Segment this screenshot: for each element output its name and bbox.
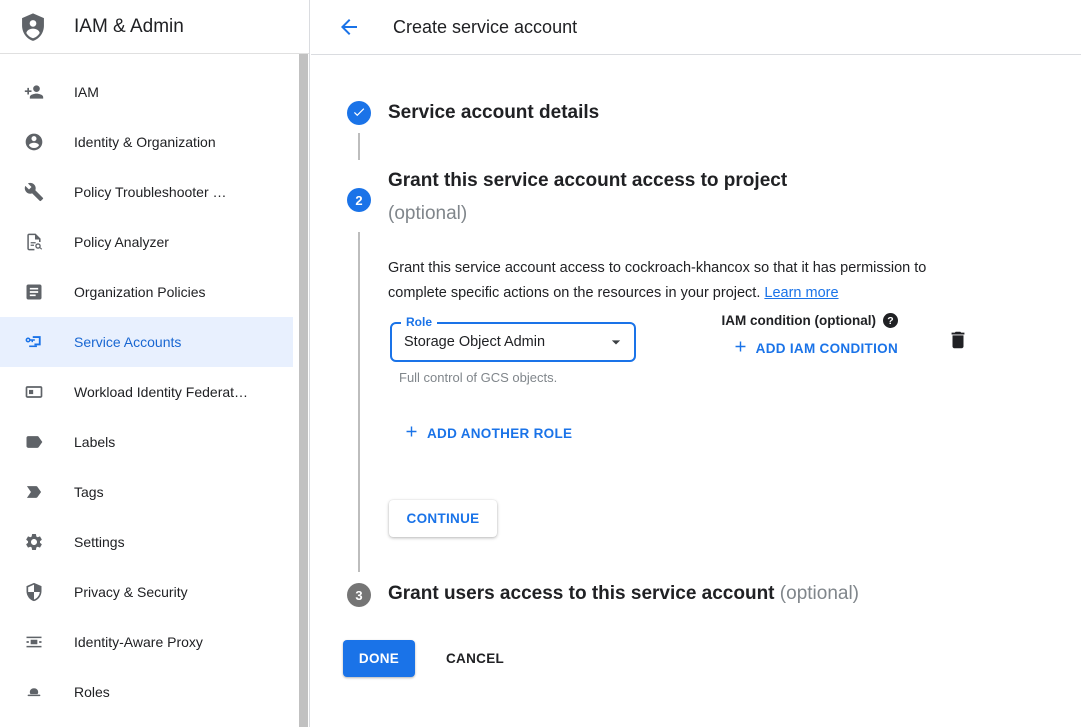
sidebar-item-label: Tags	[74, 484, 104, 500]
hat-icon	[24, 682, 44, 702]
sidebar-item-label: Privacy & Security	[74, 584, 188, 600]
iam-admin-shield-person-icon	[17, 11, 49, 43]
main-panel: Create service account Service account d…	[311, 0, 1081, 727]
sidebar-item-workload-identity-federation[interactable]: Workload Identity Federat…	[0, 367, 309, 417]
role-select-value: Storage Object Admin	[404, 334, 545, 350]
sidebar-item-tags[interactable]: Tags	[0, 467, 309, 517]
step2-title: Grant this service account access to pro…	[388, 164, 787, 230]
step3-number: 3	[355, 588, 362, 603]
sidebar-item-label: Labels	[74, 434, 115, 450]
label-tag-icon	[24, 432, 44, 452]
sidebar-item-privacy-security[interactable]: Privacy & Security	[0, 567, 309, 617]
role-select[interactable]: Role Storage Object Admin	[390, 322, 636, 362]
step2-number-badge: 2	[347, 188, 371, 212]
iam-condition-label: IAM condition (optional)	[722, 313, 876, 328]
page-title: Create service account	[393, 17, 577, 38]
sidebar-item-iam[interactable]: IAM	[0, 67, 309, 117]
step2-number: 2	[355, 193, 362, 208]
add-iam-condition-label: ADD IAM CONDITION	[756, 341, 898, 356]
identity-person-icon	[24, 132, 44, 152]
sidebar-item-settings[interactable]: Settings	[0, 517, 309, 567]
trash-icon[interactable]	[947, 328, 971, 352]
sidebar-scrollbar[interactable]	[299, 54, 308, 727]
sidebar-nav: IAM Identity & Organization Policy Troub…	[0, 54, 309, 717]
sidebar-item-label: Identity-Aware Proxy	[74, 634, 203, 650]
step1-complete-badge	[347, 101, 371, 125]
sidebar-item-policy-troubleshooter[interactable]: Policy Troubleshooter …	[0, 167, 309, 217]
learn-more-link[interactable]: Learn more	[764, 285, 838, 301]
sidebar-item-policy-analyzer[interactable]: Policy Analyzer	[0, 217, 309, 267]
sidebar-item-roles[interactable]: Roles	[0, 667, 309, 717]
proxy-band-icon	[24, 632, 44, 652]
step2-optional-text: (optional)	[388, 197, 787, 230]
step3-number-badge: 3	[347, 583, 371, 607]
sidebar-item-label: Identity & Organization	[74, 134, 216, 150]
step3-title: Grant users access to this service accou…	[388, 582, 859, 606]
cancel-button[interactable]: CANCEL	[438, 640, 512, 677]
gear-icon	[24, 532, 44, 552]
plus-icon	[403, 423, 420, 443]
add-another-role-button[interactable]: ADD ANOTHER ROLE	[403, 423, 572, 443]
sidebar-item-label: IAM	[74, 84, 99, 100]
iam-condition-block: IAM condition (optional) ? ADD IAM CONDI…	[618, 313, 898, 358]
sidebar-item-service-accounts[interactable]: Service Accounts	[0, 317, 293, 367]
step3-title-text: Grant users access to this service accou…	[388, 583, 775, 604]
sidebar-item-organization-policies[interactable]: Organization Policies	[0, 267, 309, 317]
page-header: Create service account	[311, 0, 1081, 55]
shield-half-icon	[24, 582, 44, 602]
service-account-key-icon	[24, 332, 44, 352]
sidebar-item-labels[interactable]: Labels	[0, 417, 309, 467]
step2-description-text: Grant this service account access to coc…	[388, 260, 926, 301]
role-select-label: Role	[401, 315, 437, 329]
step-connector	[358, 232, 360, 572]
check-icon	[352, 105, 366, 122]
sidebar-item-label: Organization Policies	[74, 284, 206, 300]
sidebar-item-label: Policy Troubleshooter …	[74, 184, 227, 200]
step-connector	[358, 133, 360, 160]
add-iam-condition-button[interactable]: ADD IAM CONDITION	[618, 338, 898, 358]
sidebar-item-label: Settings	[74, 534, 125, 550]
gcp-console-window: IAM & Admin IAM Identity & Organization …	[0, 0, 1081, 727]
step3-optional-text: (optional)	[780, 583, 859, 604]
wrench-icon	[24, 182, 44, 202]
sidebar-item-identity-aware-proxy[interactable]: Identity-Aware Proxy	[0, 617, 309, 667]
document-search-icon	[24, 232, 44, 252]
step2-description: Grant this service account access to coc…	[388, 256, 988, 306]
step2-title-text: Grant this service account access to pro…	[388, 164, 787, 197]
sidebar-item-label: Workload Identity Federat…	[74, 384, 248, 400]
sidebar-item-label: Service Accounts	[74, 334, 181, 350]
back-arrow-icon[interactable]	[337, 15, 361, 39]
person-add-icon	[24, 82, 44, 102]
badge-card-icon	[24, 382, 44, 402]
sidebar-item-identity-organization[interactable]: Identity & Organization	[0, 117, 309, 167]
add-another-role-label: ADD ANOTHER ROLE	[427, 426, 572, 441]
plus-icon	[732, 338, 749, 358]
document-list-icon	[24, 282, 44, 302]
continue-button[interactable]: CONTINUE	[389, 500, 497, 537]
sidebar-item-label: Policy Analyzer	[74, 234, 169, 250]
sidebar: IAM & Admin IAM Identity & Organization …	[0, 0, 310, 727]
sidebar-item-label: Roles	[74, 684, 110, 700]
sidebar-title: IAM & Admin	[74, 16, 184, 38]
done-button[interactable]: DONE	[343, 640, 415, 677]
role-helper-text: Full control of GCS objects.	[399, 370, 557, 385]
step1-title: Service account details	[388, 101, 599, 125]
help-icon[interactable]: ?	[883, 313, 898, 328]
tag-arrow-icon	[24, 482, 44, 502]
sidebar-header: IAM & Admin	[0, 0, 309, 54]
